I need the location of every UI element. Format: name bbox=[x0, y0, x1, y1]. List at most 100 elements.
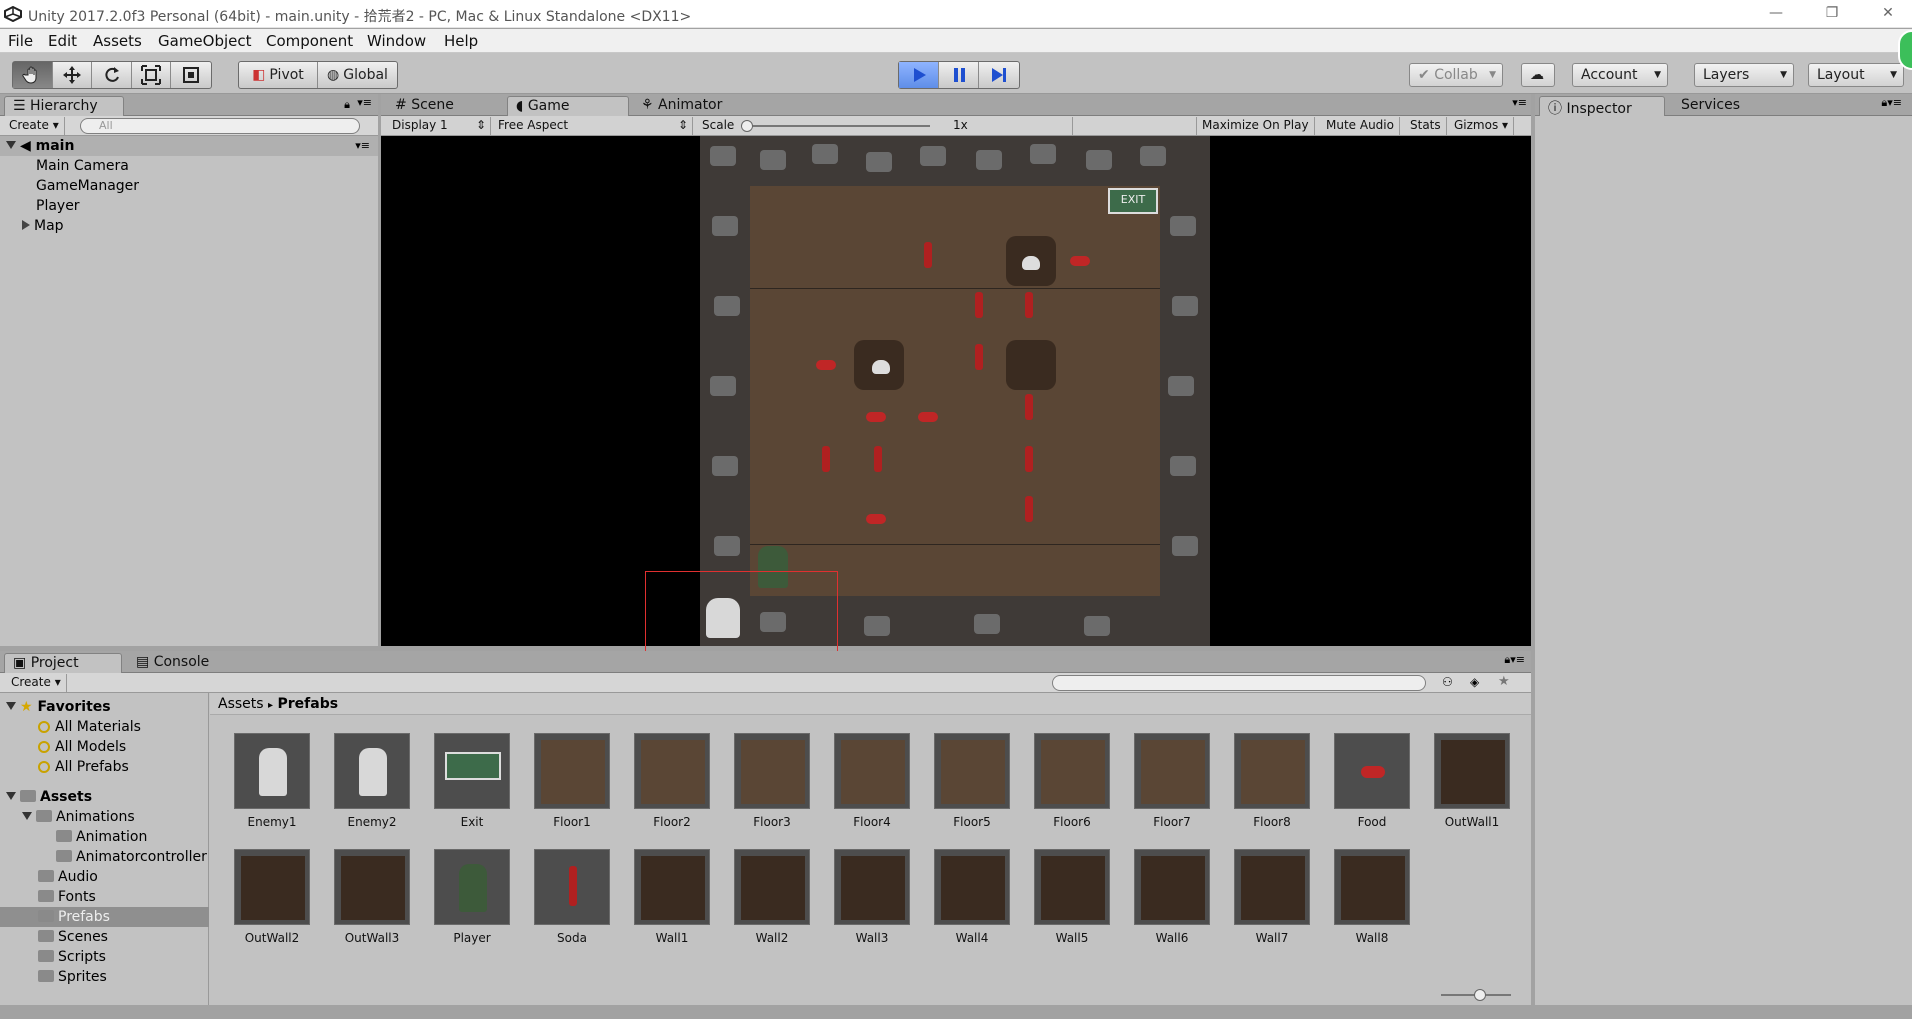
menu-component[interactable]: Component bbox=[266, 32, 353, 50]
folder-animation[interactable]: Animation bbox=[56, 827, 147, 847]
prefab-thumb-floor7[interactable] bbox=[1134, 733, 1210, 809]
prefab-thumb-food[interactable] bbox=[1334, 733, 1410, 809]
gizmos-dropdown[interactable]: Gizmos ▾ bbox=[1449, 117, 1515, 135]
filter-label-icon[interactable]: ◈ bbox=[1470, 675, 1479, 689]
prefab-thumb-outwall3[interactable] bbox=[334, 849, 410, 925]
menu-help[interactable]: Help bbox=[444, 32, 478, 50]
notification-badge-icon[interactable] bbox=[1898, 30, 1912, 70]
hierarchy-item-player[interactable]: Player bbox=[0, 196, 378, 216]
prefab-thumb-outwall1[interactable] bbox=[1434, 733, 1510, 809]
pause-button[interactable] bbox=[939, 62, 979, 88]
favorites-row[interactable]: ★ Favorites bbox=[6, 697, 111, 717]
mute-audio-toggle[interactable]: Mute Audio bbox=[1321, 117, 1400, 135]
restore-icon[interactable]: ❐ bbox=[1814, 3, 1850, 25]
prefab-thumb-wall5[interactable] bbox=[1034, 849, 1110, 925]
tab-scene[interactable]: # Scene bbox=[387, 96, 462, 116]
breadcrumb-prefabs[interactable]: Prefabs bbox=[278, 696, 339, 712]
step-button[interactable] bbox=[979, 62, 1019, 88]
prefab-thumb-floor5[interactable] bbox=[934, 733, 1010, 809]
prefab-thumb-wall3[interactable] bbox=[834, 849, 910, 925]
hierarchy-item-map[interactable]: Map bbox=[0, 216, 378, 236]
prefab-thumb-floor2[interactable] bbox=[634, 733, 710, 809]
maximize-on-play-toggle[interactable]: Maximize On Play bbox=[1196, 117, 1315, 135]
tab-console[interactable]: ▤ Console bbox=[128, 653, 217, 673]
prefab-thumb-soda[interactable] bbox=[534, 849, 610, 925]
tab-game[interactable]: ◖ Game bbox=[507, 96, 629, 116]
prefab-thumb-wall2[interactable] bbox=[734, 849, 810, 925]
scale-tool-icon[interactable] bbox=[132, 62, 172, 88]
rect-tool-icon[interactable] bbox=[171, 62, 211, 88]
stats-toggle[interactable]: Stats bbox=[1405, 117, 1447, 135]
panel-menu-icon[interactable]: ▾≡ bbox=[357, 96, 372, 109]
prefab-thumb-wall6[interactable] bbox=[1134, 849, 1210, 925]
menu-window[interactable]: Window bbox=[367, 32, 426, 50]
favorite-all-prefabs[interactable]: All Prefabs bbox=[38, 757, 129, 777]
project-menu-icon[interactable]: 🔒︎▾≡ bbox=[1504, 653, 1525, 667]
pivot-button[interactable]: ◧ Pivot bbox=[239, 62, 318, 88]
folder-scripts[interactable]: Scripts bbox=[38, 947, 106, 967]
folder-animations[interactable]: Animations bbox=[22, 807, 135, 827]
move-tool-icon[interactable] bbox=[53, 62, 93, 88]
favorite-all-materials[interactable]: All Materials bbox=[38, 717, 141, 737]
zoom-slider-handle[interactable] bbox=[1474, 989, 1486, 1001]
inspector-menu-icon[interactable]: 🔒︎▾≡ bbox=[1881, 96, 1902, 110]
collab-dropdown[interactable]: ✔ Collab ▼ bbox=[1409, 63, 1503, 87]
assets-row[interactable]: Assets bbox=[6, 787, 92, 807]
prefab-thumb-outwall2[interactable] bbox=[234, 849, 310, 925]
prefab-thumb-player[interactable] bbox=[434, 849, 510, 925]
project-create-button[interactable]: Create ▾ bbox=[6, 674, 67, 692]
tab-hierarchy[interactable]: ☰ Hierarchy bbox=[4, 96, 124, 116]
account-dropdown[interactable]: Account ▼ bbox=[1572, 63, 1668, 87]
folder-scenes[interactable]: Scenes bbox=[38, 927, 108, 947]
close-icon[interactable]: ✕ bbox=[1870, 3, 1906, 25]
scene-row[interactable]: ◀ main ▾≡ bbox=[0, 136, 378, 156]
folder-fonts[interactable]: Fonts bbox=[38, 887, 96, 907]
prefab-thumb-wall4[interactable] bbox=[934, 849, 1010, 925]
hierarchy-create-button[interactable]: Create ▾ bbox=[4, 117, 65, 135]
play-button[interactable] bbox=[899, 62, 939, 88]
prefab-thumb-floor6[interactable] bbox=[1034, 733, 1110, 809]
prefab-thumb-wall1[interactable] bbox=[634, 849, 710, 925]
prefab-thumb-floor1[interactable] bbox=[534, 733, 610, 809]
hierarchy-item-gamemanager[interactable]: GameManager bbox=[0, 176, 378, 196]
project-search-input[interactable] bbox=[1052, 675, 1426, 691]
expand-icon[interactable] bbox=[6, 141, 16, 149]
prefab-thumb-floor4[interactable] bbox=[834, 733, 910, 809]
prefab-thumb-wall8[interactable] bbox=[1334, 849, 1410, 925]
scale-handle[interactable] bbox=[741, 120, 753, 132]
minimize-icon[interactable]: — bbox=[1758, 3, 1794, 25]
global-button[interactable]: ◍ Global bbox=[318, 62, 397, 88]
aspect-dropdown[interactable]: Free Aspect ⇕ bbox=[493, 117, 693, 135]
prefab-thumb-floor3[interactable] bbox=[734, 733, 810, 809]
expand-icon[interactable] bbox=[6, 792, 16, 800]
folder-prefabs[interactable]: Prefabs bbox=[0, 907, 209, 927]
breadcrumb-assets[interactable]: Assets bbox=[218, 696, 264, 712]
tab-animator[interactable]: ⚘ Animator bbox=[633, 96, 730, 116]
tab-project[interactable]: ▣ Project bbox=[4, 653, 122, 673]
tab-services[interactable]: Services bbox=[1673, 96, 1748, 116]
menu-file[interactable]: File bbox=[8, 32, 33, 50]
folder-animatorcontroller[interactable]: Animatorcontroller bbox=[56, 847, 207, 867]
favorite-all-models[interactable]: All Models bbox=[38, 737, 126, 757]
cloud-button[interactable]: ☁ bbox=[1521, 63, 1555, 87]
layout-dropdown[interactable]: Layout ▼ bbox=[1808, 63, 1904, 87]
lock-icon[interactable]: 🔒︎ bbox=[344, 98, 350, 112]
display-dropdown[interactable]: Display 1 ⇕ bbox=[387, 117, 491, 135]
rotate-tool-icon[interactable] bbox=[92, 62, 132, 88]
menu-assets[interactable]: Assets bbox=[93, 32, 142, 50]
menu-gameobject[interactable]: GameObject bbox=[158, 32, 252, 50]
filter-type-icon[interactable]: ⚇ bbox=[1442, 675, 1453, 689]
scale-slider[interactable]: Scale 1x bbox=[697, 117, 1073, 135]
prefab-thumb-exit[interactable] bbox=[434, 733, 510, 809]
hand-tool-icon[interactable] bbox=[13, 62, 53, 88]
hierarchy-item-main-camera[interactable]: Main Camera bbox=[0, 156, 378, 176]
view-menu-icon[interactable]: ▾≡ bbox=[1512, 96, 1527, 109]
tab-inspector[interactable]: ⓘ Inspector bbox=[1539, 96, 1665, 117]
scene-menu-icon[interactable]: ▾≡ bbox=[355, 136, 370, 156]
hierarchy-search-input[interactable]: All bbox=[80, 118, 360, 134]
prefab-thumb-floor8[interactable] bbox=[1234, 733, 1310, 809]
expand-icon[interactable] bbox=[22, 812, 32, 820]
expand-icon[interactable] bbox=[6, 702, 16, 710]
folder-sprites[interactable]: Sprites bbox=[38, 967, 107, 987]
prefab-thumb-enemy1[interactable] bbox=[234, 733, 310, 809]
